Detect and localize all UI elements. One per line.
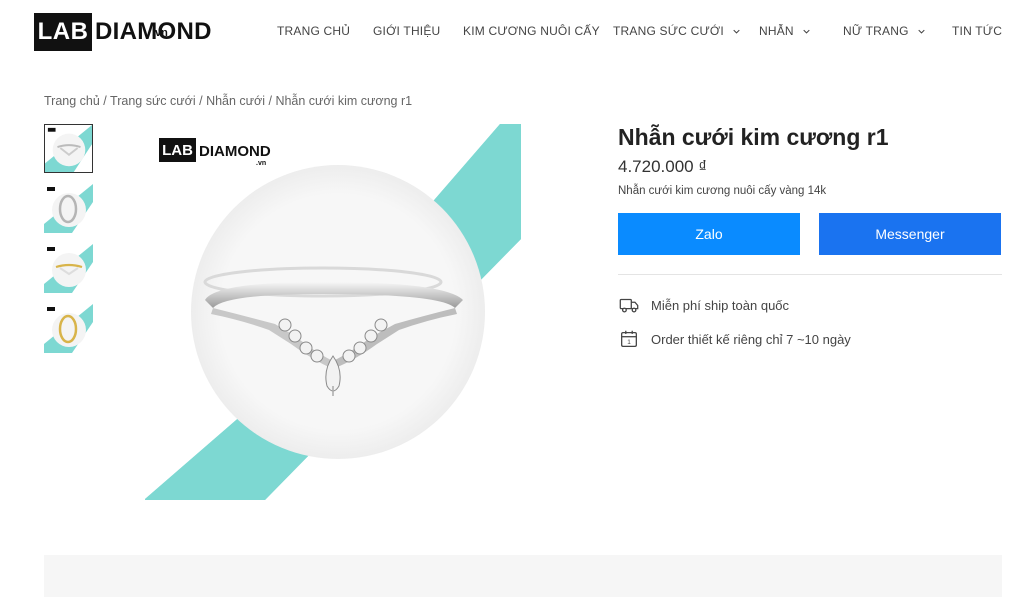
svg-text:.vn: .vn xyxy=(256,160,266,167)
nav-item-tin-tuc[interactable]: TIN TỨC xyxy=(952,24,1002,38)
svg-text:DIAMOND: DIAMOND xyxy=(199,143,271,160)
ring-thumbnail-image xyxy=(44,244,93,293)
svg-text:LAB: LAB xyxy=(162,142,193,159)
logo-lab-box: LAB xyxy=(34,13,92,51)
thumbnail-4[interactable] xyxy=(44,304,93,353)
feature-free-shipping: Miễn phí ship toàn quốc xyxy=(618,294,789,316)
ring-thumbnail-image xyxy=(44,184,93,233)
messenger-button[interactable]: Messenger xyxy=(819,213,1001,255)
breadcrumb-current: Nhẫn cưới kim cương r1 xyxy=(275,94,413,108)
site-header: LAB DIAMOND .vn TRANG CHỦ GIỚI THIỆU KIM… xyxy=(0,0,1024,66)
nav-item-nhan[interactable]: NHẪN xyxy=(759,24,810,38)
product-price: 4.720.000 ₫ xyxy=(618,157,708,176)
feature-custom-order: 1 Order thiết kế riêng chỉ 7 ~10 ngày xyxy=(618,328,851,350)
divider xyxy=(618,274,1002,275)
thumbnail-1[interactable] xyxy=(44,124,93,173)
footer-section-band xyxy=(44,555,1002,597)
ring-thumbnail-image xyxy=(45,125,92,172)
thumbnail-3[interactable] xyxy=(44,244,93,293)
breadcrumb-home[interactable]: Trang chủ xyxy=(44,94,100,108)
nav-item-kim-cuong-nuoi-cay[interactable]: KIM CƯƠNG NUÔI CẤY xyxy=(463,24,600,38)
truck-icon xyxy=(619,298,639,313)
chevron-down-icon xyxy=(917,29,925,34)
breadcrumb-trang-suc-cuoi[interactable]: Trang sức cưới xyxy=(110,94,196,108)
breadcrumb-nhan-cuoi[interactable]: Nhẫn cưới xyxy=(206,94,265,108)
nav-item-nu-trang[interactable]: NỮ TRANG xyxy=(843,24,925,38)
thumbnail-2[interactable] xyxy=(44,184,93,233)
calendar-icon: 1 xyxy=(621,330,637,347)
ring-thumbnail-image xyxy=(44,304,93,353)
nav-item-trang-chu[interactable]: TRANG CHỦ xyxy=(277,24,350,38)
svg-text:1: 1 xyxy=(627,339,631,346)
nav-item-trang-suc-cuoi[interactable]: TRANG SỨC CƯỚI xyxy=(613,24,740,38)
product-main-image[interactable]: LAB DIAMOND .vn xyxy=(145,124,521,500)
chevron-down-icon xyxy=(803,29,810,34)
zalo-button[interactable]: Zalo xyxy=(618,213,800,255)
breadcrumb: Trang chủ / Trang sức cưới / Nhẫn cưới /… xyxy=(44,94,413,108)
chevron-down-icon xyxy=(733,29,740,34)
product-description: Nhẫn cưới kim cương nuôi cấy vàng 14k xyxy=(618,185,827,197)
product-title: Nhẫn cưới kim cương r1 xyxy=(618,124,889,150)
site-logo[interactable]: LAB DIAMOND xyxy=(34,13,212,51)
logo-tld: .vn xyxy=(152,27,168,39)
ring-product-image: LAB DIAMOND .vn xyxy=(145,124,521,500)
nav-item-gioi-thieu[interactable]: GIỚI THIỆU xyxy=(373,24,440,38)
